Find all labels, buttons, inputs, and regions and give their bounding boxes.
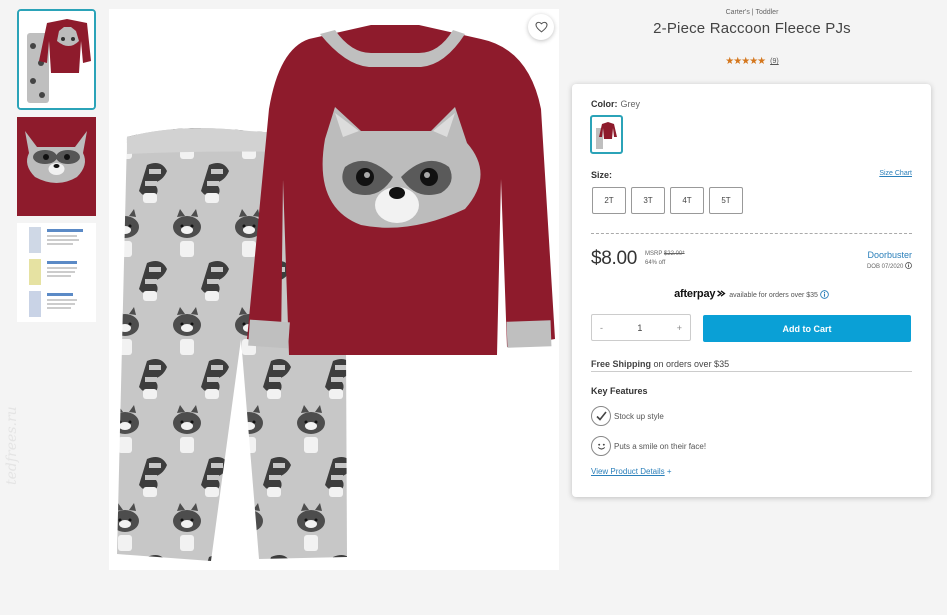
purchase-card: Color: Grey Size: Size Chart 2T 3T 4T 5T … bbox=[572, 84, 931, 497]
size-label: Size: bbox=[591, 170, 613, 180]
size-2t-button[interactable]: 2T bbox=[592, 187, 626, 214]
size-4t-button[interactable]: 4T bbox=[670, 187, 704, 214]
feature-item: Puts a smile on their face! bbox=[591, 436, 706, 456]
afterpay-text: available for orders over $35 bbox=[729, 292, 818, 299]
doorbuster-badge: Doorbuster bbox=[867, 250, 912, 260]
size-options: 2T 3T 4T 5T bbox=[592, 187, 743, 214]
product-title: 2-Piece Raccoon Fleece PJs bbox=[653, 20, 851, 37]
doorbuster-date: DOB 07/2020 bbox=[867, 262, 912, 270]
feature-text: Puts a smile on their face! bbox=[614, 441, 707, 451]
msrp-block: MSRP $22.00* 64% off bbox=[645, 250, 685, 268]
thumbnail-list bbox=[17, 9, 96, 329]
feature-text: Stock up style bbox=[614, 411, 664, 421]
rating[interactable]: ★★★★★ (9) bbox=[572, 56, 932, 67]
brand-label: Carter's | Toddler bbox=[725, 9, 779, 16]
shipping-info: Free Shipping on orders over $35 bbox=[591, 359, 729, 369]
smile-icon bbox=[591, 436, 611, 456]
product-main-image bbox=[109, 9, 559, 570]
info-icon[interactable] bbox=[820, 290, 829, 299]
key-features-heading: Key Features bbox=[591, 386, 648, 396]
divider bbox=[591, 233, 912, 234]
thumb-raccoon-detail[interactable] bbox=[17, 117, 96, 216]
divider bbox=[591, 371, 912, 372]
shipping-bold: Free Shipping bbox=[591, 359, 652, 369]
size-5t-button[interactable]: 5T bbox=[709, 187, 743, 214]
watermark: tedfrees.ru bbox=[4, 406, 20, 485]
add-to-cart-button[interactable]: Add to Cart bbox=[703, 315, 911, 342]
discount-label: 64% off bbox=[645, 260, 666, 266]
review-count[interactable]: (9) bbox=[770, 58, 779, 65]
expand-plus-icon: + bbox=[666, 467, 672, 476]
msrp-label: MSRP bbox=[645, 251, 663, 257]
thumb-size-chart[interactable] bbox=[17, 223, 96, 322]
color-row: Color: Grey bbox=[591, 99, 640, 109]
wishlist-button[interactable] bbox=[528, 14, 554, 40]
quantity-value[interactable]: 1 bbox=[637, 323, 642, 333]
color-label: Color: bbox=[591, 99, 618, 109]
shipping-text: on orders over $35 bbox=[653, 359, 730, 369]
afterpay-row: afterpay available for orders over $35 bbox=[572, 288, 931, 300]
color-value: Grey bbox=[620, 99, 641, 109]
quantity-increase-button[interactable]: + bbox=[677, 323, 682, 333]
view-product-details-link[interactable]: View Product Details + bbox=[591, 467, 672, 476]
size-chart-link[interactable]: Size Chart bbox=[879, 170, 912, 177]
quantity-stepper: - 1 + bbox=[591, 314, 691, 341]
quantity-decrease-button[interactable]: - bbox=[600, 323, 603, 333]
rating-stars: ★★★★★ bbox=[725, 56, 766, 67]
color-swatch-grey[interactable] bbox=[590, 115, 623, 154]
afterpay-logo: afterpay bbox=[674, 288, 716, 300]
info-icon[interactable] bbox=[905, 262, 912, 269]
size-3t-button[interactable]: 3T bbox=[631, 187, 665, 214]
heart-icon bbox=[534, 21, 548, 33]
sale-price: $8.00 bbox=[591, 248, 638, 269]
feature-item: Stock up style bbox=[591, 406, 664, 426]
doorbuster-block: Doorbuster DOB 07/2020 bbox=[867, 250, 912, 270]
msrp-value: $22.00* bbox=[663, 251, 685, 257]
check-circle-icon bbox=[591, 406, 611, 426]
thumb-front[interactable] bbox=[17, 9, 96, 110]
product-header: Carter's | Toddler 2-Piece Raccoon Fleec… bbox=[572, 9, 932, 67]
afterpay-arrows-icon bbox=[717, 290, 726, 297]
